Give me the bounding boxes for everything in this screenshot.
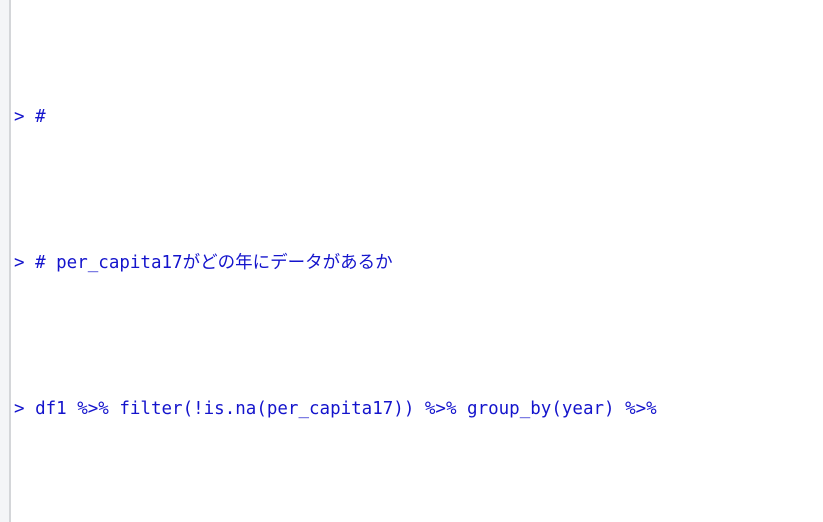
console-line-comment: > # per_capita17がどの年にデータがあるか bbox=[14, 252, 393, 273]
r-console[interactable]: > # > # per_capita17がどの年にデータがあるか > df1 %… bbox=[0, 0, 823, 522]
console-output-area[interactable]: > # > # per_capita17がどの年にデータがあるか > df1 %… bbox=[14, 0, 823, 522]
console-line-command-partial: > # bbox=[14, 106, 46, 127]
console-line-command: > df1 %>% filter(!is.na(per_capita17)) %… bbox=[14, 398, 657, 419]
console-gutter-rule bbox=[9, 0, 11, 522]
console-gutter bbox=[0, 0, 9, 522]
